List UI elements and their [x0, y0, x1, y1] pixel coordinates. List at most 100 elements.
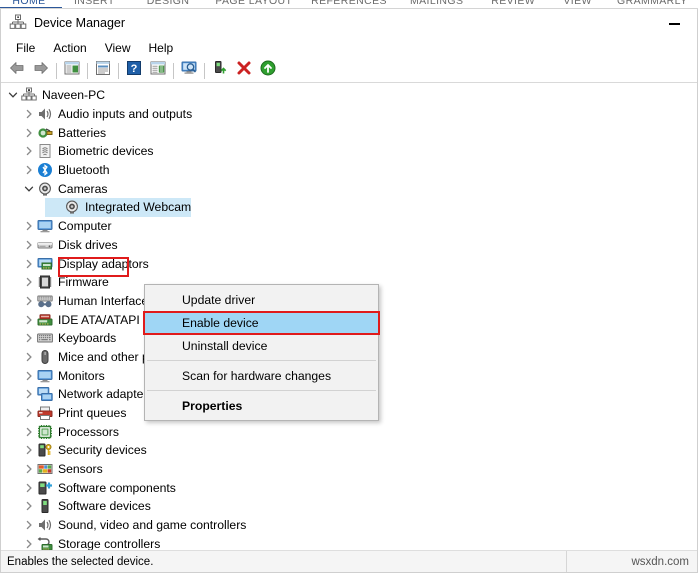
chevron-right-icon[interactable]: [21, 142, 37, 160]
ribbon-tab-home[interactable]: HOME: [0, 0, 58, 7]
chevron-right-icon[interactable]: [21, 217, 37, 235]
back-button[interactable]: [5, 60, 29, 82]
chevron-right-icon[interactable]: [21, 348, 37, 366]
tree-node-label: Storage controllers: [58, 536, 161, 550]
chevron-right-icon[interactable]: [21, 236, 37, 254]
tree-node-label: Sound, video and game controllers: [58, 518, 247, 533]
chevron-right-icon[interactable]: [21, 516, 37, 534]
chevron-right-icon[interactable]: [21, 460, 37, 478]
tree-node-storage-controllers[interactable]: Storage controllers: [1, 535, 697, 550]
chevron-down-icon[interactable]: [5, 86, 21, 104]
display-adapter-icon: [37, 256, 53, 272]
ribbon-tab-mailings[interactable]: MAILINGS: [396, 0, 478, 7]
help-button[interactable]: ?: [122, 60, 146, 82]
context-menu-item-update-driver[interactable]: Update driver: [145, 288, 378, 311]
background-word-ribbon: HOME INSERT DESIGN PAGE LAYOUT REFERENCES MAI…: [0, 0, 698, 9]
speaker-icon: [37, 106, 53, 122]
view-devices-by-type-button[interactable]: [146, 60, 170, 82]
scan-for-hardware-changes-button[interactable]: [177, 60, 201, 82]
chevron-right-icon[interactable]: [21, 441, 37, 459]
chevron-right-icon[interactable]: [21, 105, 37, 123]
show-hidden-devices-button[interactable]: [60, 60, 84, 82]
tree-node-integrated-webcam[interactable]: Integrated Webcam: [1, 198, 697, 217]
menu-help[interactable]: Help: [140, 39, 183, 57]
chevron-right-icon[interactable]: [21, 273, 37, 291]
tree-node-software-components[interactable]: Software components: [1, 478, 697, 497]
ribbon-tab-page-layout[interactable]: PAGE LAYOUT: [205, 0, 302, 7]
tree-node-label: Monitors: [58, 368, 105, 383]
tree-node-sound-video-and-game-controllers[interactable]: Sound, video and game controllers: [1, 516, 697, 535]
chevron-right-icon[interactable]: [21, 535, 37, 550]
tree-node-label: Computer: [58, 219, 112, 234]
context-menu-item-scan-for-hardware-changes[interactable]: Scan for hardware changes: [145, 364, 378, 387]
context-menu-item-uninstall-device[interactable]: Uninstall device: [145, 334, 378, 357]
context-menu[interactable]: Update driver Enable device Uninstall devi…: [144, 284, 379, 421]
tree-node-label: Keyboards: [58, 331, 117, 346]
firmware-chip-icon: [37, 274, 53, 290]
menu-file[interactable]: File: [7, 39, 44, 57]
tree-node-processors[interactable]: Processors: [1, 422, 697, 441]
update-driver-button[interactable]: [208, 60, 232, 82]
battery-icon: [37, 125, 53, 141]
chevron-right-icon[interactable]: [21, 423, 37, 441]
tree-node-label: Batteries: [58, 125, 107, 140]
tree-node-naveen-pc[interactable]: Naveen-PC: [1, 86, 697, 105]
menu-bar: File Action View Help: [1, 37, 697, 59]
tree-node-disk-drives[interactable]: Disk drives: [1, 236, 697, 255]
chevron-right-icon[interactable]: [21, 367, 37, 385]
device-tree-pane[interactable]: Naveen-PC Audio inputs and outputs Batteri…: [1, 83, 697, 550]
device-manager-icon: [9, 14, 27, 32]
status-bar: Enables the selected device. wsxdn.com: [1, 550, 697, 572]
tree-node-label: Biometric devices: [58, 144, 154, 159]
chevron-right-icon[interactable]: [21, 479, 37, 497]
minimize-button[interactable]: [651, 9, 697, 37]
ribbon-tab-design[interactable]: DESIGN: [131, 0, 206, 7]
tree-node-cameras[interactable]: Cameras: [1, 179, 697, 198]
tree-node-computer[interactable]: Computer: [1, 217, 697, 236]
chevron-right-icon[interactable]: [21, 404, 37, 422]
tree-node-label: Software components: [58, 480, 176, 495]
chevron-down-icon[interactable]: [21, 180, 37, 198]
chevron-right-icon[interactable]: [21, 255, 37, 273]
chevron-right-icon[interactable]: [21, 161, 37, 179]
ribbon-tab-view[interactable]: VIEW: [549, 0, 607, 7]
show-hidden-devices-icon: [64, 60, 80, 81]
computer-root-icon: [21, 87, 37, 103]
chevron-right-icon[interactable]: [21, 124, 37, 142]
printer-icon: [37, 405, 53, 421]
tree-node-display-adaptors[interactable]: Display adaptors: [1, 254, 697, 273]
scan-for-hardware-changes-icon: [181, 60, 197, 81]
window-controls: [651, 9, 697, 37]
tree-node-biometric-devices[interactable]: Biometric devices: [1, 142, 697, 161]
disable-device-button[interactable]: [232, 60, 256, 82]
tree-node-batteries[interactable]: Batteries: [1, 123, 697, 142]
status-message: Enables the selected device.: [1, 551, 567, 572]
chevron-right-icon[interactable]: [21, 329, 37, 347]
context-menu-separator: [147, 390, 376, 391]
tree-node-bluetooth[interactable]: Bluetooth: [1, 161, 697, 180]
tree-node-audio-inputs-and-outputs[interactable]: Audio inputs and outputs: [1, 105, 697, 124]
context-menu-item-enable-device[interactable]: Enable device: [145, 311, 378, 334]
menu-action[interactable]: Action: [44, 39, 95, 57]
enable-device-button[interactable]: [256, 60, 280, 82]
tree-node-sensors[interactable]: Sensors: [1, 460, 697, 479]
context-menu-item-properties[interactable]: Properties: [145, 394, 378, 417]
ribbon-tab-references[interactable]: REFERENCES: [302, 0, 395, 7]
tree-node-label: Audio inputs and outputs: [58, 107, 193, 122]
mouse-icon: [37, 349, 53, 365]
tree-node-security-devices[interactable]: Security devices: [1, 441, 697, 460]
storage-controller-icon: [37, 536, 53, 550]
chevron-right-icon[interactable]: [21, 292, 37, 310]
menu-view[interactable]: View: [96, 39, 140, 57]
tree-node-software-devices[interactable]: Software devices: [1, 497, 697, 516]
chevron-right-icon[interactable]: [21, 311, 37, 329]
ribbon-tab-grammarly[interactable]: GRAMMARLY: [607, 0, 698, 7]
properties-button[interactable]: [91, 60, 115, 82]
forward-button[interactable]: [29, 60, 53, 82]
chevron-right-icon[interactable]: [21, 497, 37, 515]
chevron-right-icon[interactable]: [21, 385, 37, 403]
ribbon-tab-review[interactable]: REVIEW: [478, 0, 549, 7]
ribbon-tab-insert[interactable]: INSERT: [58, 0, 131, 7]
separator-2: [87, 62, 88, 79]
network-adapter-icon: [37, 386, 53, 402]
